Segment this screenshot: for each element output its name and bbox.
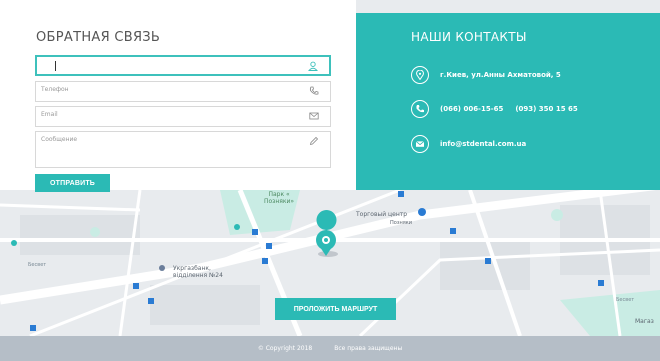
phone-placeholder: Телефон (41, 86, 69, 93)
email-placeholder: Email (41, 111, 58, 118)
district-label-right: Бесвет (616, 297, 635, 303)
email-input[interactable]: Email (35, 106, 331, 127)
user-icon (308, 61, 318, 71)
message-placeholder: Сообщение (41, 136, 78, 143)
phone-input[interactable]: Телефон (35, 81, 331, 102)
contact-phones: (066) 006-15-65 (093) 350 15 65 (411, 100, 578, 118)
form-title: ОБРАТНАЯ СВЯЗЬ (36, 30, 161, 45)
phone-link-2[interactable]: (093) 350 15 65 (515, 105, 577, 113)
bank-label-line2: відділення №24 (173, 272, 223, 279)
contacts-panel: НАШИ КОНТАКТЫ г.Киев, ул.Анны Ахматовой,… (356, 13, 660, 190)
feedback-form: ОБРАТНАЯ СВЯЗЬ Телефон Email Сообщение О… (0, 0, 356, 192)
bank-label-line1: Укргазбанк, (173, 265, 211, 272)
route-button[interactable]: ПРОЛОЖИТЬ МАРШРУТ (275, 298, 396, 320)
park-label-line1: Парк « (268, 191, 290, 198)
park-label-line2: Позняки» (264, 198, 295, 205)
contact-address: г.Киев, ул.Анны Ахматовой, 5 (411, 66, 561, 84)
phone-icon (411, 100, 429, 118)
name-input[interactable] (35, 55, 331, 76)
shop-label: Магаз (635, 318, 654, 325)
district-label-left: Бесвет (28, 262, 47, 268)
rights-text: Все права защищены (334, 345, 403, 352)
footer: © Copyright 2018 Все права защищены (0, 336, 660, 361)
submit-button[interactable]: ОТПРАВИТЬ (35, 174, 110, 192)
mall-label: Торговый центр (356, 211, 408, 218)
location-pin-icon (411, 66, 429, 84)
pencil-icon (309, 136, 319, 146)
mail-icon (309, 112, 319, 120)
mall-sublabel: Позняки (390, 220, 413, 226)
email-link[interactable]: info@stdental.com.ua (440, 140, 526, 148)
copyright-text: © Copyright 2018 (257, 345, 313, 352)
contact-email: info@stdental.com.ua (411, 135, 526, 153)
bank-label: Укргазбанк, відділення №24 (173, 265, 223, 279)
phone-icon (309, 86, 319, 95)
text-caret (55, 61, 56, 71)
message-textarea[interactable]: Сообщение (35, 131, 331, 168)
phone-link-1[interactable]: (066) 006-15-65 (440, 105, 503, 113)
contacts-title: НАШИ КОНТАКТЫ (411, 30, 527, 44)
address-text: г.Киев, ул.Анны Ахматовой, 5 (440, 71, 561, 79)
mail-icon (411, 135, 429, 153)
park-label: Парк « Позняки» (264, 191, 294, 205)
